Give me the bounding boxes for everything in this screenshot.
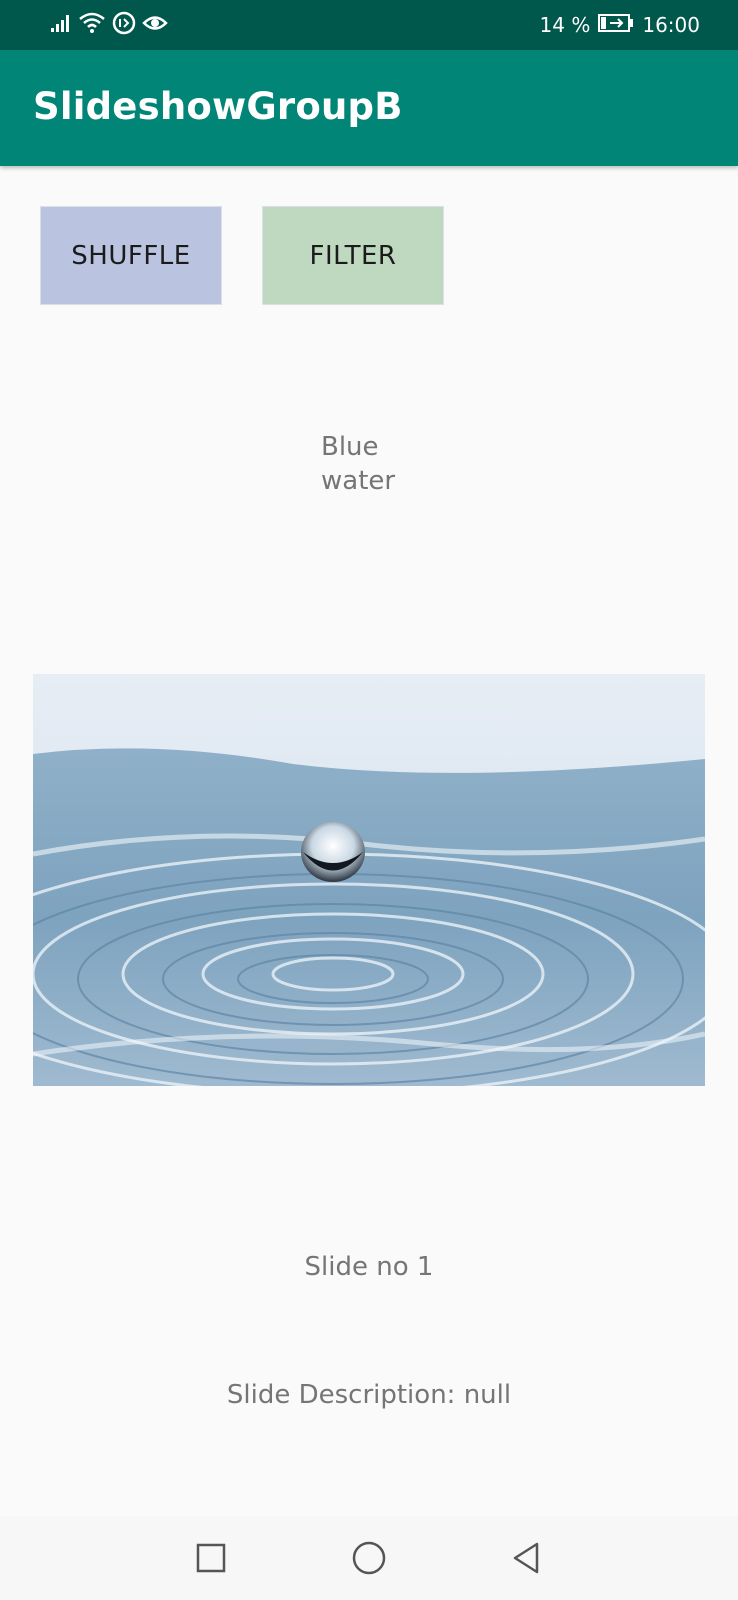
clock: 16:00 [642, 13, 700, 37]
wifi-icon [78, 11, 106, 39]
recents-square-icon[interactable] [189, 1536, 233, 1580]
status-icons-right: 14 % 16:00 [540, 10, 700, 40]
home-circle-icon[interactable] [347, 1536, 391, 1580]
eye-comfort-icon [142, 11, 168, 39]
signal-icon [50, 13, 72, 37]
app-title: SlideshowGroupB [33, 85, 403, 128]
nav-bar [0, 1516, 738, 1600]
shuffle-button[interactable]: SHUFFLE [40, 206, 222, 305]
battery-percent: 14 % [539, 13, 591, 37]
data-saver-icon [112, 11, 136, 39]
status-bar: 14 % 16:00 [0, 0, 738, 50]
slide-image [33, 674, 705, 1086]
slide-description: Slide Description: null [226, 1380, 512, 1410]
back-triangle-icon[interactable] [505, 1536, 549, 1580]
slide-title: Blue water [321, 432, 396, 496]
slide-number: Slide no 1 [304, 1252, 434, 1282]
battery-charging-icon [598, 13, 634, 38]
app-bar: SlideshowGroupB [0, 50, 738, 166]
status-icons-left [50, 11, 168, 39]
filter-button[interactable]: FILTER [262, 206, 444, 305]
